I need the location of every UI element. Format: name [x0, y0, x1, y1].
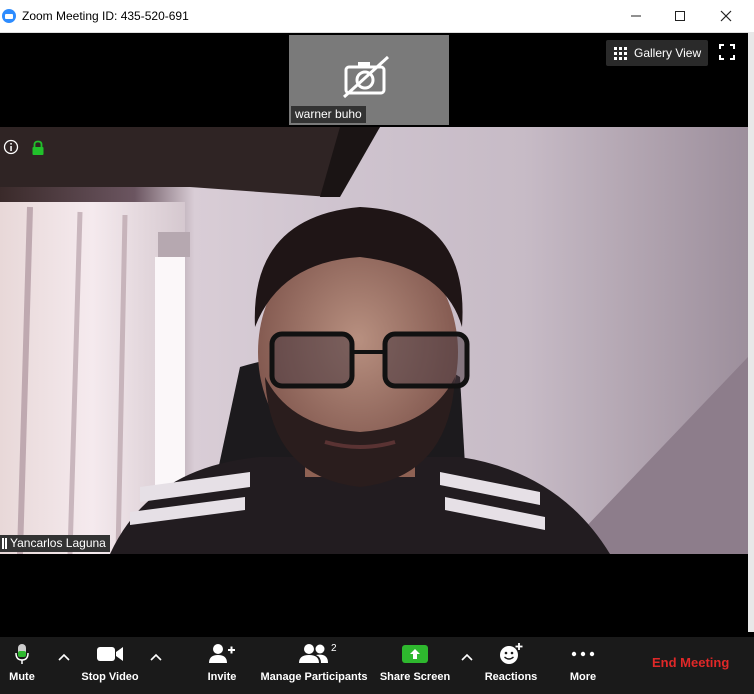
- audio-options-chevron-icon[interactable]: [57, 652, 71, 662]
- minimize-button[interactable]: [614, 0, 658, 32]
- encryption-lock-icon[interactable]: [31, 140, 45, 156]
- participant-count-badge: 2: [331, 643, 337, 654]
- maximize-icon: [675, 11, 685, 21]
- invite-label: Invite: [207, 671, 237, 683]
- share-options-chevron-icon[interactable]: [460, 652, 474, 662]
- share-screen-button[interactable]: Share Screen: [380, 637, 450, 694]
- minimize-icon: [631, 15, 641, 17]
- close-icon: [720, 10, 732, 22]
- share-screen-icon: [402, 645, 428, 663]
- video-options-chevron-icon[interactable]: [149, 652, 163, 662]
- stop-video-label: Stop Video: [81, 671, 139, 683]
- mute-button[interactable]: Mute: [4, 637, 40, 694]
- window-title: Zoom Meeting ID: 435-520-691: [22, 9, 189, 23]
- zoom-logo-icon: [2, 9, 16, 23]
- reactions-label: Reactions: [484, 671, 538, 683]
- active-speaker-video: [0, 127, 748, 554]
- manage-participants-label: Manage Participants: [260, 671, 368, 683]
- camera-off-icon: [342, 55, 390, 99]
- share-screen-label: Share Screen: [379, 671, 451, 683]
- more-dots-icon: [571, 651, 595, 657]
- stop-video-button[interactable]: Stop Video: [76, 637, 144, 694]
- participant-thumbnail[interactable]: warner buho: [289, 35, 449, 125]
- active-speaker-name: Yancarlos Laguna: [10, 536, 106, 550]
- reactions-button[interactable]: Reactions: [483, 637, 539, 694]
- mute-label: Mute: [9, 671, 35, 683]
- manage-participants-button[interactable]: Manage Participants: [258, 637, 370, 694]
- video-camera-icon: [97, 647, 123, 661]
- audio-level-icon: [2, 537, 7, 549]
- meeting-info-icon[interactable]: [3, 139, 19, 155]
- more-label: More: [569, 671, 597, 683]
- maximize-button[interactable]: [658, 0, 702, 32]
- grid-icon: [614, 46, 627, 60]
- invite-button[interactable]: Invite: [201, 637, 243, 694]
- active-speaker-name-tag: Yancarlos Laguna: [0, 535, 110, 552]
- fullscreen-icon[interactable]: [719, 44, 735, 60]
- close-button[interactable]: [704, 0, 748, 32]
- microphone-icon: [15, 644, 29, 664]
- more-button[interactable]: More: [563, 637, 603, 694]
- participant-name: warner buho: [291, 106, 366, 123]
- end-meeting-button[interactable]: End Meeting: [652, 655, 729, 670]
- video-frame-image: [0, 127, 748, 554]
- add-user-icon: [209, 644, 235, 663]
- gallery-view-button[interactable]: Gallery View: [606, 40, 708, 66]
- gallery-view-label: Gallery View: [634, 46, 702, 60]
- background-window-edge: [748, 32, 754, 632]
- reactions-emoji-icon: [500, 643, 523, 664]
- participants-icon: [299, 644, 328, 663]
